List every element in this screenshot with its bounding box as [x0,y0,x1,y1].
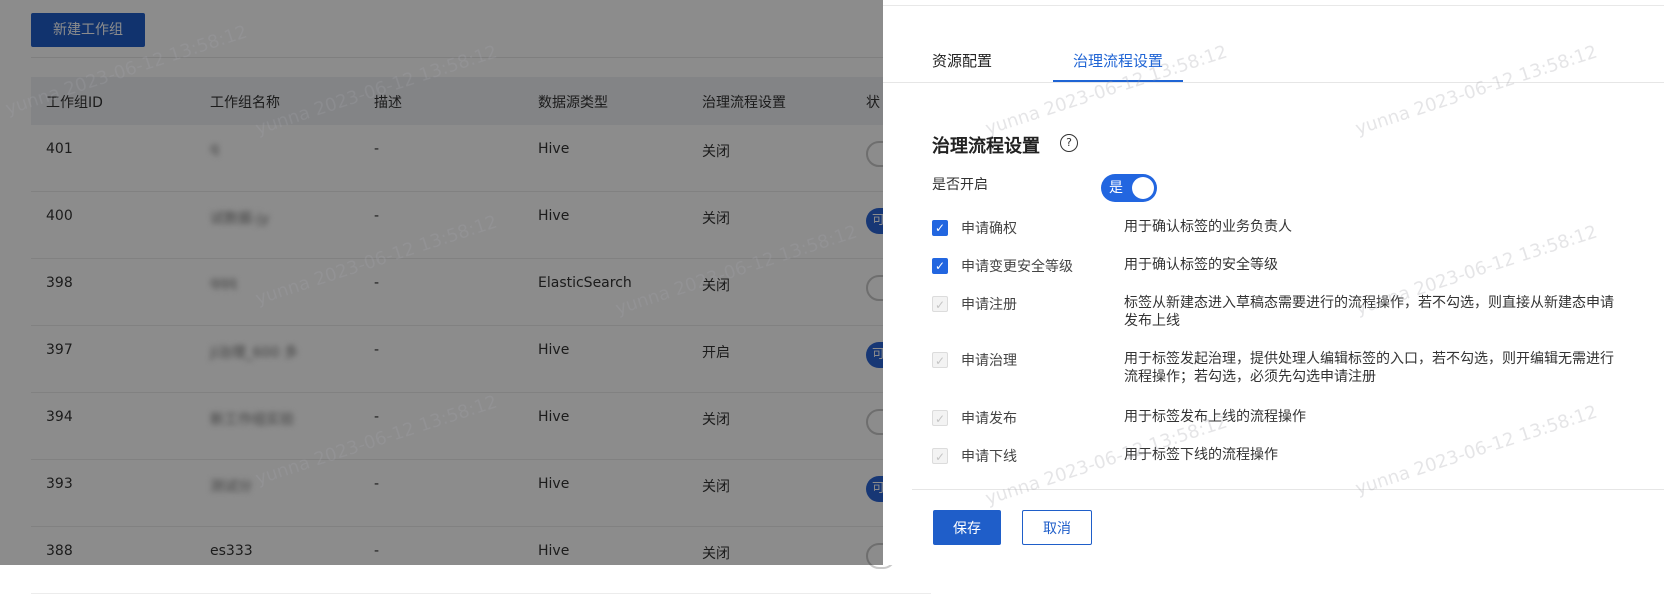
option-label: 申请发布 [961,411,1017,427]
active-tab-indicator [1053,80,1183,82]
checkbox-disabled: ✓ [932,352,948,368]
option-description: 标签从新建态进入草稿态需要进行的流程操作，若不勾选，则直接从新建态申请发布上线 [1124,295,1614,329]
drawer-tabs: 资源配置 治理流程设置 [883,42,1664,83]
checkbox-disabled: ✓ [932,296,948,312]
cancel-button[interactable]: 取消 [1022,510,1092,545]
option-description: 用于确认标签的安全等级 [1124,257,1278,273]
section-title: 治理流程设置 [932,136,1040,157]
option-label: 申请下线 [961,449,1017,465]
checkbox-disabled: ✓ [932,410,948,426]
tab-resource-config[interactable]: 资源配置 [932,50,992,71]
option-description: 用于标签发布上线的流程操作 [1124,409,1306,425]
option-label: 申请变更安全等级 [961,259,1073,275]
option-label: 申请治理 [961,353,1017,369]
option-description: 用于标签下线的流程操作 [1124,447,1278,463]
enable-switch[interactable]: 是 [1101,174,1157,202]
divider [883,5,1664,6]
save-button[interactable]: 保存 [933,510,1001,545]
option-label: 申请确权 [961,221,1017,237]
footer-divider [912,489,1664,490]
switch-knob [1132,177,1154,199]
checkbox-disabled: ✓ [932,448,948,464]
option-description: 用于标签发起治理，提供处理人编辑标签的入口，若不勾选，则开编辑无需进行流程操作；… [1124,351,1614,385]
option-label: 申请注册 [961,297,1017,313]
modal-overlay[interactable] [0,0,883,565]
checkbox-checked[interactable]: ✓ [932,258,948,274]
tab-governance-flow[interactable]: 治理流程设置 [1073,50,1163,71]
switch-text: 是 [1109,180,1123,196]
checkbox-checked[interactable]: ✓ [932,220,948,236]
option-description: 用于确认标签的业务负责人 [1124,219,1292,235]
enable-label: 是否开启 [932,177,988,193]
settings-drawer: 资源配置 治理流程设置 治理流程设置 ? 是否开启 是 ✓ 申请确权 用于确认标… [883,0,1664,565]
question-circle-icon[interactable]: ? [1060,134,1078,152]
